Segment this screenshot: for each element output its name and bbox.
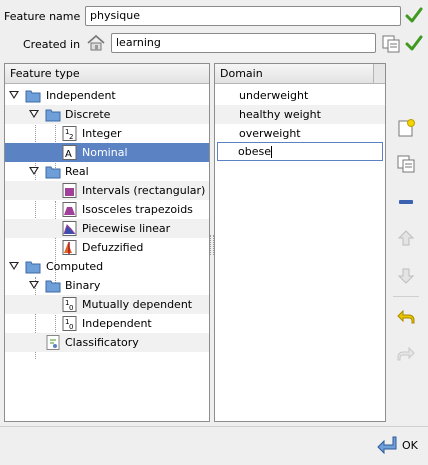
browse-list-icon[interactable]	[381, 34, 401, 57]
domain-list[interactable]: Domain underweight healthy weight overwe…	[214, 63, 386, 422]
feature-type-header[interactable]: Feature type	[5, 64, 209, 84]
tree-item-discrete[interactable]: Discrete	[5, 105, 209, 124]
folder-icon	[45, 109, 61, 122]
ok-button-label: OK	[402, 438, 418, 452]
ok-button[interactable]: OK	[376, 434, 424, 456]
tree-item-label: Defuzzified	[82, 241, 144, 254]
tree-item-computed[interactable]: Computed	[5, 257, 209, 276]
confirm-name-check-icon[interactable]	[405, 6, 423, 27]
integer-type-icon: 12	[62, 126, 77, 141]
created-in-input[interactable]: learning	[111, 33, 376, 53]
trapezoid-icon	[62, 202, 77, 217]
tree-item-label: Discrete	[65, 108, 111, 121]
domain-header-label: Domain	[220, 67, 263, 80]
tree-item-label: Integer	[82, 127, 122, 140]
domain-item[interactable]: overweight	[215, 124, 385, 143]
move-up-icon	[395, 227, 417, 249]
domain-item[interactable]: healthy weight	[215, 105, 385, 124]
folder-icon	[25, 261, 41, 274]
piecewise-linear-icon	[62, 221, 77, 236]
expand-triangle-icon[interactable]	[9, 262, 19, 270]
tree-item-label: Independent	[82, 317, 152, 330]
svg-text:A: A	[65, 149, 72, 160]
defuzzified-icon	[62, 240, 77, 255]
domain-item[interactable]: underweight	[215, 86, 385, 105]
tree-item-real[interactable]: Real	[5, 162, 209, 181]
expand-triangle-icon[interactable]	[29, 167, 39, 175]
tree-item-label: Piecewise linear	[82, 222, 171, 235]
new-item-icon[interactable]	[395, 117, 417, 139]
tree-item-integer[interactable]: 12 Integer	[5, 124, 209, 143]
binary-type-icon: 10	[62, 316, 77, 331]
tree-item-label: Nominal	[82, 146, 128, 159]
tree-item-mutually-dependent[interactable]: 10 Mutually dependent	[5, 295, 209, 314]
folder-icon	[45, 280, 61, 293]
feature-name-label: Feature name	[4, 10, 81, 23]
tree-item-classificatory[interactable]: Classificatory	[5, 333, 209, 352]
domain-edit-value: obese	[238, 145, 271, 158]
feature-type-header-label: Feature type	[10, 67, 80, 80]
domain-item-label: healthy weight	[239, 108, 321, 121]
feature-type-tree[interactable]: Feature type Independent Discrete 12 Int…	[4, 63, 210, 422]
tree-item-label: Classificatory	[65, 336, 139, 349]
footer-separator	[0, 426, 428, 427]
tree-item-intervals-rectangular[interactable]: Intervals (rectangular)	[5, 181, 209, 200]
expand-triangle-icon[interactable]	[9, 91, 19, 99]
created-in-label: Created in	[23, 38, 81, 51]
folder-icon	[25, 90, 41, 103]
remove-minus-icon[interactable]	[395, 191, 417, 213]
ok-arrow-icon	[377, 436, 397, 455]
nominal-type-icon: A	[62, 145, 77, 160]
svg-text:2: 2	[69, 133, 73, 141]
domain-header-corner	[373, 64, 385, 84]
expand-triangle-icon[interactable]	[29, 110, 39, 118]
svg-text:0: 0	[69, 323, 73, 331]
feature-name-input[interactable]: physique	[85, 6, 401, 26]
toolbar-separator	[393, 296, 419, 297]
tree-item-label: Independent	[46, 89, 116, 102]
domain-item-label: underweight	[239, 89, 309, 102]
tree-item-label: Binary	[65, 279, 101, 292]
domain-item-label: overweight	[239, 127, 301, 140]
tree-item-label: Real	[65, 165, 89, 178]
expand-triangle-icon[interactable]	[29, 281, 39, 289]
duplicate-icon[interactable]	[395, 153, 417, 175]
tree-item-label: Intervals (rectangular)	[82, 184, 206, 197]
tree-item-label: Mutually dependent	[82, 298, 193, 311]
move-down-icon	[395, 265, 417, 287]
folder-icon	[45, 166, 61, 179]
tree-item-label: Computed	[46, 260, 104, 273]
text-cursor	[270, 146, 272, 158]
undo-icon[interactable]	[395, 306, 417, 328]
rectangular-interval-icon	[62, 183, 77, 198]
domain-item-edit-field[interactable]: obese	[217, 142, 383, 161]
svg-text:0: 0	[69, 304, 73, 312]
tree-item-binary[interactable]: Binary	[5, 276, 209, 295]
tree-item-label: Isosceles trapezoids	[82, 203, 193, 216]
domain-header[interactable]: Domain	[215, 64, 373, 84]
classificatory-icon	[46, 335, 60, 350]
binary-type-icon: 10	[62, 297, 77, 312]
home-icon[interactable]	[86, 33, 106, 56]
tree-item-isosceles-trapezoids[interactable]: Isosceles trapezoids	[5, 200, 209, 219]
tree-item-nominal[interactable]: A Nominal	[5, 143, 209, 162]
redo-icon	[395, 343, 417, 365]
confirm-created-check-icon[interactable]	[405, 34, 423, 55]
tree-item-independent[interactable]: Independent	[5, 86, 209, 105]
tree-item-defuzzified[interactable]: Defuzzified	[5, 238, 209, 257]
tree-item-binary-independent[interactable]: 10 Independent	[5, 314, 209, 333]
tree-item-piecewise-linear[interactable]: Piecewise linear	[5, 219, 209, 238]
